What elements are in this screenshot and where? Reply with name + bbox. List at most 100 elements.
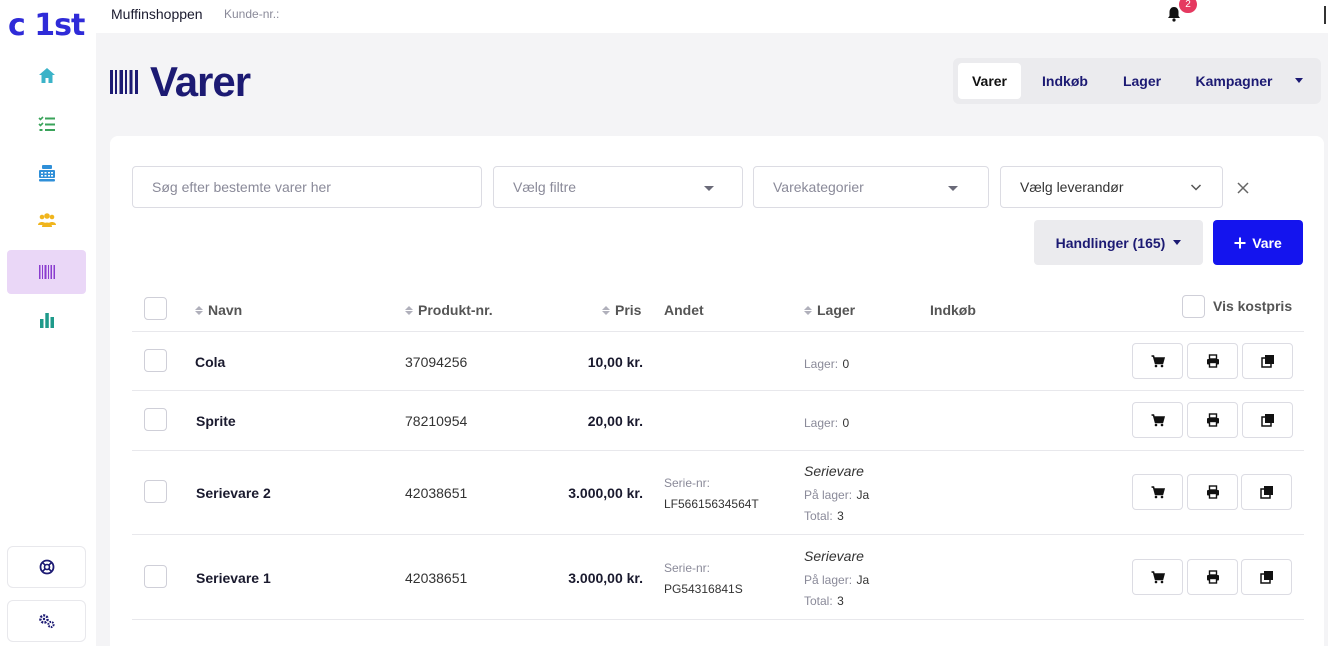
checklist-icon (37, 116, 55, 131)
topbar-divider (1324, 6, 1326, 24)
sort-icon (405, 305, 413, 315)
printer-icon (1206, 354, 1219, 368)
bar-chart-icon (39, 313, 54, 328)
close-icon[interactable] (1236, 181, 1250, 195)
print-button[interactable] (1187, 402, 1238, 438)
column-header-product-no[interactable]: Produkt-nr. (405, 302, 493, 318)
plus-icon (1234, 237, 1246, 248)
print-button[interactable] (1187, 559, 1238, 595)
print-button[interactable] (1187, 474, 1238, 510)
search-input[interactable] (152, 179, 481, 195)
show-cost-checkbox[interactable] (1182, 295, 1205, 318)
actions-dropdown-button[interactable]: Handlinger (165) (1034, 220, 1203, 265)
add-product-button[interactable]: Vare (1213, 220, 1303, 265)
in-stock-value: Ja (856, 488, 870, 502)
copy-icon (1260, 414, 1274, 427)
product-price: 3.000,00 kr. (568, 485, 643, 501)
tab-varer[interactable]: Varer (958, 63, 1021, 99)
search-field[interactable] (132, 166, 482, 208)
total-value: 3 (837, 594, 844, 608)
stock-info: Lager: 0 (804, 355, 849, 373)
product-number: 78210954 (405, 413, 468, 429)
filter-select[interactable]: Vælg filtre (493, 166, 743, 208)
column-header-price-label: Pris (615, 302, 642, 318)
show-cost-text: Vis kostpris (1213, 298, 1293, 314)
duplicate-button[interactable] (1242, 343, 1293, 379)
cart-icon (1151, 485, 1165, 498)
printer-icon (1206, 413, 1219, 427)
sort-icon (804, 305, 812, 315)
product-name[interactable]: Serievare 1 (196, 570, 271, 586)
brand-logo[interactable]: c 1st (8, 8, 85, 43)
divider (132, 534, 1304, 535)
serial-label: Serie-nr: (664, 561, 711, 575)
product-name[interactable]: Sprite (196, 413, 236, 429)
row-checkbox[interactable] (144, 565, 167, 588)
nav-products[interactable] (7, 250, 86, 294)
product-price: 20,00 kr. (587, 413, 643, 429)
tab-indkob[interactable]: Indkøb (1033, 63, 1097, 99)
cart-icon (1151, 354, 1165, 367)
nav-home[interactable] (7, 54, 86, 98)
duplicate-button[interactable] (1241, 559, 1292, 595)
tabs-more-caret[interactable] (1295, 78, 1303, 83)
tab-lager[interactable]: Lager (1110, 63, 1174, 99)
copy-icon (1259, 571, 1273, 584)
section-tabs: Varer Indkøb Lager Kampagner (953, 58, 1321, 104)
product-number: 37094256 (405, 354, 468, 370)
stock-label: Lager: (804, 357, 839, 371)
barcode-icon (110, 70, 138, 94)
add-to-cart-button[interactable] (1132, 474, 1183, 510)
in-stock-value: Ja (856, 573, 870, 587)
stock-info: Lager: 0 (804, 414, 849, 432)
add-to-cart-button[interactable] (1132, 559, 1183, 595)
product-name[interactable]: Cola (195, 354, 225, 370)
nav-statistics[interactable] (7, 298, 86, 342)
topbar: Muffinshoppen Kunde-nr.: 2 (96, 0, 1328, 33)
settings-button[interactable] (7, 600, 86, 642)
row-checkbox[interactable] (144, 349, 167, 372)
home-icon (38, 68, 55, 83)
stock-value: 0 (842, 357, 850, 371)
serial-number: PG54316841S (664, 582, 743, 596)
nav-customers[interactable] (7, 199, 86, 243)
column-header-stock[interactable]: Lager (804, 302, 855, 318)
supplier-select[interactable]: Vælg leverandør (1000, 166, 1223, 208)
serial-number: LF56615634564T (664, 497, 759, 511)
column-header-purchase: Indkøb (930, 302, 976, 318)
page-header: Varer (110, 58, 251, 106)
row-checkbox[interactable] (144, 480, 167, 503)
in-stock-info: På lager: Ja (804, 486, 869, 504)
nav-tasks[interactable] (7, 102, 86, 146)
bell-icon[interactable] (1167, 6, 1181, 22)
divider (132, 619, 1304, 620)
category-select[interactable]: Varekategorier (753, 166, 989, 208)
nav-register[interactable] (7, 151, 86, 195)
column-header-purchase-label: Indkøb (930, 302, 976, 318)
sidebar: c 1st (0, 0, 96, 646)
copy-icon (1260, 355, 1274, 368)
column-header-name[interactable]: Navn (195, 302, 242, 318)
add-to-cart-button[interactable] (1132, 343, 1183, 379)
duplicate-button[interactable] (1241, 474, 1292, 510)
support-button[interactable] (7, 546, 86, 588)
product-name[interactable]: Serievare 2 (196, 485, 271, 501)
duplicate-button[interactable] (1242, 402, 1293, 438)
cash-register-icon (38, 165, 55, 182)
add-to-cart-button[interactable] (1132, 402, 1183, 438)
products-card: Vælg filtre Varekategorier Vælg leverand… (110, 136, 1324, 646)
tab-kampagner[interactable]: Kampagner (1186, 63, 1282, 99)
column-header-stock-label: Lager (817, 302, 856, 318)
stock-value: 0 (842, 416, 850, 430)
category-select-label: Varekategorier (773, 179, 864, 195)
total-label: Total: (804, 594, 833, 608)
print-button[interactable] (1187, 343, 1238, 379)
customer-number-label: Kunde-nr.: (224, 7, 280, 21)
column-header-price[interactable]: Pris (602, 302, 641, 318)
cart-icon (1151, 570, 1165, 583)
shop-name[interactable]: Muffinshoppen (111, 6, 203, 22)
row-checkbox[interactable] (144, 408, 167, 431)
total-label: Total: (804, 509, 833, 523)
select-all-checkbox[interactable] (144, 297, 167, 320)
column-header-other: Andet (664, 302, 704, 318)
